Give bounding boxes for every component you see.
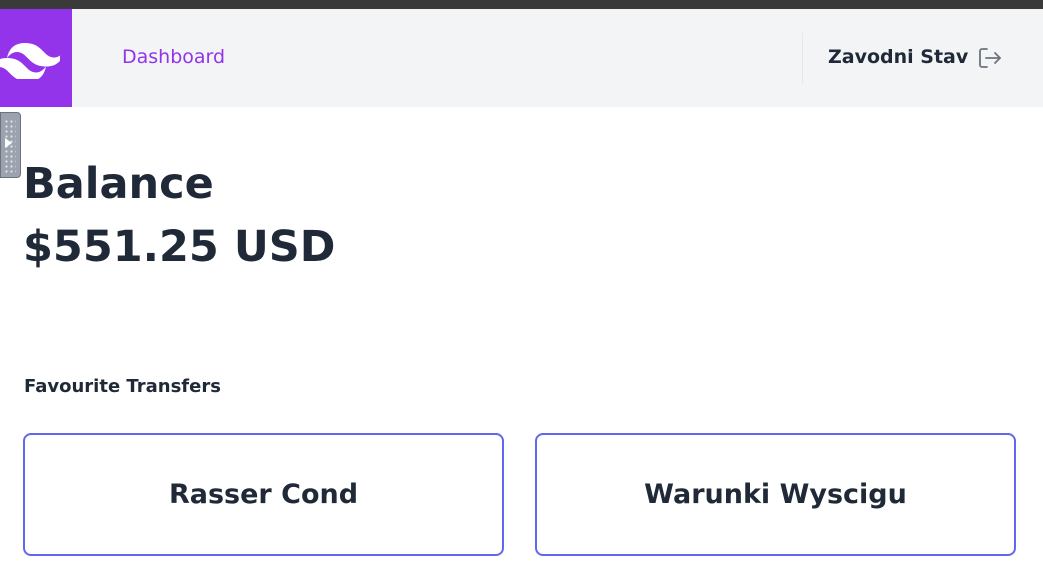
- favourite-transfers-title: Favourite Transfers: [24, 376, 221, 397]
- favourite-transfer-card[interactable]: Warunki Wyscigu: [535, 433, 1016, 556]
- logout-icon: [979, 48, 1001, 68]
- favourite-transfer-label: Warunki Wyscigu: [644, 479, 907, 510]
- balance-title: Balance: [23, 159, 214, 209]
- play-arrow-icon: [5, 138, 12, 148]
- favourite-transfer-card[interactable]: Rasser Cond: [23, 433, 504, 556]
- app-header: Dashboard Zavodni Stav: [0, 9, 1043, 107]
- logout-button[interactable]: [976, 44, 1004, 72]
- browser-top-strip: [0, 0, 1043, 9]
- nav-link-dashboard[interactable]: Dashboard: [122, 45, 225, 69]
- balance-amount: $551.25 USD: [23, 222, 336, 272]
- tailwind-logo-icon: [0, 43, 60, 79]
- side-panel-toggle[interactable]: [0, 112, 21, 178]
- favourite-transfer-label: Rasser Cond: [168, 479, 359, 510]
- header-divider: [802, 33, 803, 84]
- logo[interactable]: [0, 9, 72, 107]
- user-name: Zavodni Stav: [828, 46, 969, 68]
